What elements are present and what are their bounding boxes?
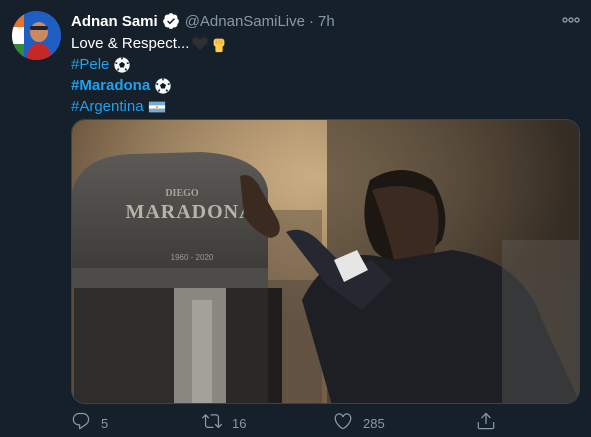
text-line: Love & Respect... <box>71 33 228 54</box>
argentina-flag-icon <box>148 98 166 116</box>
tribute-photo: DIEGO MARADONA 1960 - 2020 <box>72 120 579 403</box>
gravestone-first-name: DIEGO <box>165 188 199 199</box>
tweet-image[interactable]: DIEGO MARADONA 1960 - 2020 <box>71 119 580 404</box>
avatar[interactable] <box>12 11 61 60</box>
hashtag-line-maradona: #Maradona <box>71 75 228 96</box>
author-name[interactable]: Adnan Sami <box>71 13 158 30</box>
soccer-ball-icon <box>113 56 131 74</box>
tweet-header: Adnan Sami @AdnanSamiLive · 7h <box>71 11 335 31</box>
hashtag-line-argentina: #Argentina <box>71 96 228 117</box>
author-handle[interactable]: @AdnanSamiLive <box>185 13 305 30</box>
share-icon <box>476 411 496 436</box>
like-count: 285 <box>363 415 385 431</box>
reply-count: 5 <box>101 415 109 431</box>
gravestone-surname: MARADONA <box>125 201 254 223</box>
soccer-ball-icon <box>154 77 172 95</box>
tweet-text: Love & Respect... #Pele #Maradona #Argen… <box>71 33 228 117</box>
gravestone-dates: 1960 - 2020 <box>171 253 214 262</box>
retweet-button[interactable]: 16 <box>202 412 246 434</box>
hashtag-argentina[interactable]: #Argentina <box>71 96 144 117</box>
more-icon[interactable] <box>561 10 581 30</box>
retweet-icon <box>202 411 222 436</box>
hashtag-line-pele: #Pele <box>71 54 228 75</box>
tweet-message: Love & Respect... <box>71 35 190 52</box>
share-button[interactable] <box>476 412 496 434</box>
retweet-count: 16 <box>232 415 247 431</box>
like-button[interactable]: 285 <box>333 412 385 434</box>
tweet[interactable]: Adnan Sami @AdnanSamiLive · 7h Love & Re… <box>0 0 591 437</box>
tweet-actions: 5 16 285 <box>71 412 511 434</box>
raised-fist-icon <box>210 35 228 53</box>
separator-dot: · <box>308 12 314 30</box>
hashtag-maradona[interactable]: #Maradona <box>71 75 150 96</box>
like-icon <box>333 411 353 436</box>
tweet-timestamp[interactable]: 7h <box>318 13 335 30</box>
reply-icon <box>71 411 91 436</box>
black-heart-icon <box>191 35 209 53</box>
hashtag-pele[interactable]: #Pele <box>71 54 109 75</box>
reply-button[interactable]: 5 <box>71 412 108 434</box>
verified-icon <box>162 12 180 30</box>
